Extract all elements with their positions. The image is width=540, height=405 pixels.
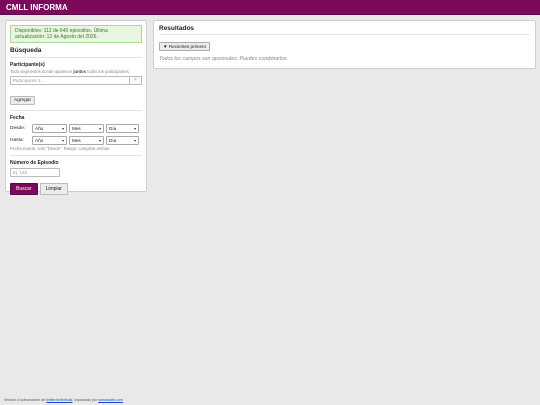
to-day-select[interactable]: Día ▾ — [106, 136, 139, 145]
add-participant-button[interactable]: Agregar — [10, 96, 36, 105]
search-panel: Disponibles: 112 de 640 episodios. Últim… — [5, 20, 147, 195]
from-month-select[interactable]: Mes ▾ — [69, 124, 104, 133]
results-empty-message: Todos los campos son opcionales. Puedes … — [159, 56, 288, 62]
date-hint: Fecha exacta: solo "Desde". Rango: compl… — [10, 146, 111, 151]
footer: Versión a subsanación de twitter/cmllofi… — [4, 398, 123, 402]
chevron-down-icon: ▾ — [61, 126, 64, 131]
search-button[interactable]: Buscar — [10, 183, 38, 195]
participant-input[interactable]: Participante 1... — [10, 76, 130, 85]
participants-hint: Todo segmentos donde aparecen juntos tod… — [10, 69, 142, 74]
chevron-down-icon: ▾ — [133, 138, 136, 143]
to-year-select[interactable]: Año ▾ — [32, 136, 67, 145]
participant-row: Participante 1... × — [10, 76, 142, 85]
divider — [10, 155, 142, 156]
footer-link-twitter[interactable]: twitter/cmlloficial — [46, 398, 72, 402]
participants-label: Participante(s) — [10, 62, 45, 68]
divider — [10, 110, 142, 111]
app-title[interactable]: CMLL INFORMA — [0, 0, 540, 15]
date-from-label: Desde: — [10, 126, 26, 131]
select-value: Año — [35, 126, 44, 131]
select-value: Mes — [72, 138, 81, 143]
footer-text: Versión a subsanación de — [4, 398, 46, 402]
from-year-select[interactable]: Año ▾ — [32, 124, 67, 133]
top-bar: CMLL INFORMA — [0, 0, 540, 15]
hint-text-end: todos los participantes. — [87, 69, 130, 74]
results-header: Resultados — [159, 25, 530, 35]
to-month-select[interactable]: Mes ▾ — [69, 136, 104, 145]
results-panel: Resultados ▼ Recientes primero Todos los… — [153, 20, 536, 69]
select-value: Año — [35, 138, 44, 143]
sort-button[interactable]: ▼ Recientes primero — [159, 42, 211, 51]
date-to-row: Hasta: Año ▾ Mes ▾ Día ▾ — [10, 136, 142, 145]
chevron-down-icon: ▾ — [133, 126, 136, 131]
participant-clear-button[interactable]: × — [130, 76, 142, 85]
footer-link-site[interactable]: somosweb.com — [98, 398, 123, 402]
hint-text: Todo segmentos donde aparecen — [10, 69, 73, 74]
episode-label: Número de Episodio — [10, 160, 59, 166]
search-title: Búsqueda — [10, 47, 142, 58]
date-from-row: Desde: Año ▾ Mes ▾ Día ▾ — [10, 124, 142, 133]
chevron-down-icon: ▾ — [98, 138, 101, 143]
footer-text-middle: . Impulsado por — [72, 398, 98, 402]
chevron-down-icon: ▾ — [98, 126, 101, 131]
from-day-select[interactable]: Día ▾ — [106, 124, 139, 133]
clear-button[interactable]: Limpiar — [39, 183, 68, 195]
results-title: Resultados — [159, 25, 195, 32]
select-value: Día — [109, 126, 117, 131]
chevron-down-icon: ▾ — [61, 138, 64, 143]
availability-notice: Disponibles: 112 de 640 episodios. Últim… — [10, 25, 142, 43]
date-to-label: Hasta: — [10, 138, 24, 143]
search-actions: Buscar Limpiar — [10, 183, 142, 195]
date-label: Fecha — [10, 115, 25, 121]
hint-bold-text: juntos — [73, 69, 86, 74]
select-value: Día — [109, 138, 117, 143]
select-value: Mes — [72, 126, 81, 131]
episode-input[interactable]: Ej. 145 — [10, 168, 60, 177]
